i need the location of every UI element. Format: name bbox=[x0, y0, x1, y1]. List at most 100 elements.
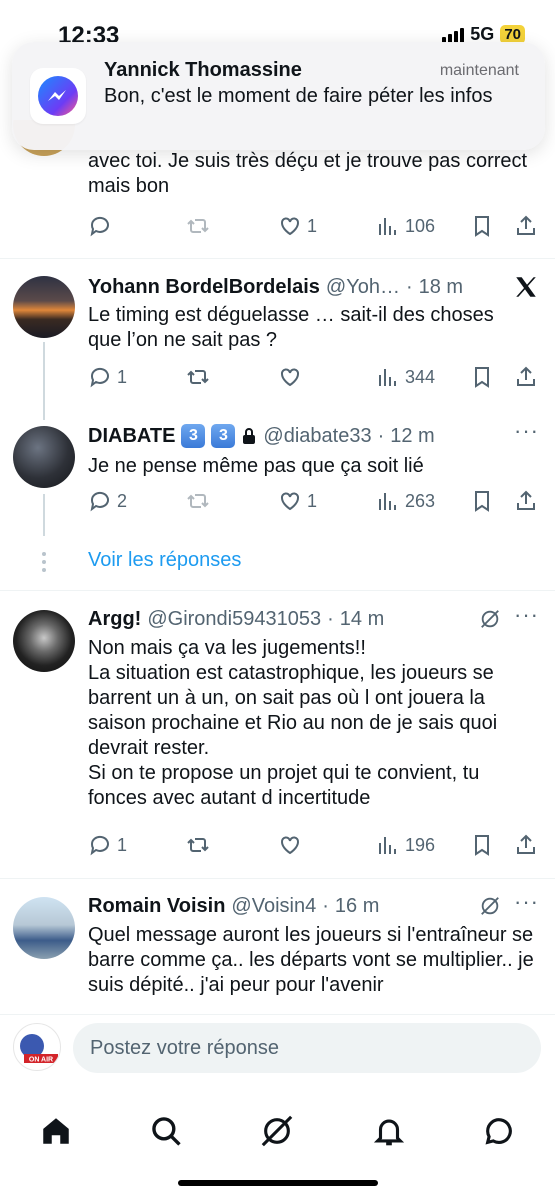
bookmark-button[interactable] bbox=[470, 365, 494, 389]
retweet-button[interactable] bbox=[186, 214, 215, 238]
bookmark-button[interactable] bbox=[470, 214, 494, 238]
views-button[interactable]: 196 bbox=[376, 833, 435, 857]
bookmark-button[interactable] bbox=[470, 489, 494, 513]
reply-button[interactable]: 1 bbox=[88, 365, 127, 389]
reply-input[interactable]: Postez votre réponse bbox=[73, 1023, 541, 1073]
thread-line bbox=[43, 494, 45, 536]
tab-notifications[interactable] bbox=[372, 1114, 406, 1148]
retweet-button[interactable] bbox=[186, 833, 215, 857]
reply-button[interactable]: 1 bbox=[88, 833, 127, 857]
reply-count: 1 bbox=[117, 366, 128, 387]
keycap-emoji: 3 bbox=[181, 424, 206, 448]
heart-icon bbox=[281, 217, 299, 236]
bookmark-icon bbox=[475, 216, 489, 237]
reply-placeholder: Postez votre réponse bbox=[90, 1036, 279, 1059]
like-button[interactable] bbox=[278, 833, 307, 857]
keycap-emoji: 3 bbox=[211, 424, 236, 448]
user-handle: @Voisin4 bbox=[231, 895, 317, 917]
user-name: Yohann BordelBordelais bbox=[88, 276, 320, 298]
tab-grok[interactable] bbox=[260, 1114, 294, 1148]
reply-count: 1 bbox=[117, 834, 128, 855]
grok-icon[interactable] bbox=[479, 895, 501, 917]
like-button[interactable]: 1 bbox=[278, 489, 317, 513]
tweet-time: 18 m bbox=[418, 276, 464, 298]
tweet-text: Quel message auront les joueurs si l'ent… bbox=[88, 924, 534, 996]
user-name: Romain Voisin bbox=[88, 895, 226, 917]
share-icon bbox=[517, 490, 535, 510]
tweet-header: Argg! @Girondi59431053 · 14 m bbox=[88, 608, 543, 631]
share-icon bbox=[517, 834, 535, 854]
tweet-actions: 1 344 bbox=[88, 365, 543, 395]
lock-icon bbox=[243, 428, 256, 444]
share-icon bbox=[517, 215, 535, 235]
retweet-icon bbox=[187, 494, 209, 508]
tweet[interactable]: Yohann BordelBordelais @Yoh… · 18 m Le t… bbox=[0, 276, 555, 406]
tweet-text: avec toi. Je suis très déçu et je trouve… bbox=[88, 150, 528, 197]
retweet-button[interactable] bbox=[186, 489, 215, 513]
share-button[interactable] bbox=[514, 214, 538, 238]
signal-icon bbox=[442, 27, 465, 43]
avatar bbox=[13, 276, 75, 338]
bookmark-icon bbox=[475, 491, 489, 512]
heart-icon bbox=[281, 368, 299, 387]
tab-messages[interactable] bbox=[482, 1114, 516, 1148]
views-button[interactable]: 263 bbox=[376, 489, 435, 513]
views-icon bbox=[379, 837, 396, 854]
show-replies-link[interactable]: Voir les réponses bbox=[88, 549, 241, 572]
bookmark-icon bbox=[475, 835, 489, 856]
view-count: 196 bbox=[405, 834, 436, 855]
tweet-text: Je ne pense même pas que ça soit lié bbox=[88, 455, 424, 477]
user-name: Argg! bbox=[88, 608, 142, 630]
bookmark-button[interactable] bbox=[470, 833, 494, 857]
more-options-icon[interactable]: ··· bbox=[514, 418, 539, 444]
views-button[interactable]: 106 bbox=[376, 214, 435, 238]
bookmark-icon bbox=[475, 367, 489, 388]
views-icon bbox=[379, 369, 396, 386]
thread-line bbox=[43, 342, 45, 420]
views-button[interactable]: 344 bbox=[376, 365, 435, 389]
tweet-time: 14 m bbox=[339, 608, 385, 630]
reply-button[interactable] bbox=[88, 214, 117, 238]
dot-separator: · bbox=[405, 276, 413, 298]
heart-icon bbox=[281, 836, 299, 855]
messenger-app-icon bbox=[30, 68, 86, 124]
chat-bubble-icon bbox=[485, 1118, 512, 1145]
tweet[interactable]: Argg! @Girondi59431053 · 14 m ··· Non ma… bbox=[0, 602, 555, 878]
like-button[interactable] bbox=[278, 365, 307, 389]
view-count: 344 bbox=[405, 366, 436, 387]
notification-message: Bon, c'est le moment de faire péter les … bbox=[104, 85, 493, 107]
share-button[interactable] bbox=[514, 365, 538, 389]
tab-home[interactable] bbox=[39, 1114, 73, 1148]
avatar bbox=[13, 426, 75, 488]
search-icon bbox=[152, 1117, 181, 1146]
grok-icon[interactable] bbox=[479, 608, 501, 630]
more-options-icon[interactable]: ··· bbox=[514, 895, 539, 915]
retweet-button[interactable] bbox=[186, 365, 215, 389]
share-button[interactable] bbox=[514, 833, 538, 857]
on-air-text: ON AIR bbox=[29, 1057, 53, 1064]
tweet-time: 16 m bbox=[334, 895, 380, 917]
reply-count: 2 bbox=[117, 490, 128, 511]
bell-icon bbox=[373, 1119, 405, 1146]
reply-button[interactable]: 2 bbox=[88, 489, 127, 513]
more-options-icon[interactable]: ··· bbox=[514, 602, 539, 628]
user-name: DIABATE bbox=[88, 424, 176, 447]
divider bbox=[0, 878, 555, 879]
share-button[interactable] bbox=[514, 489, 538, 513]
tweet-actions: 1 106 bbox=[88, 214, 543, 244]
heart-icon bbox=[281, 492, 299, 511]
reply-icon bbox=[90, 367, 109, 388]
messenger-notification[interactable]: Yannick Thomassine maintenant Bon, c'est… bbox=[12, 42, 545, 150]
user-handle: @Yoh… bbox=[325, 276, 400, 298]
like-button[interactable]: 1 bbox=[278, 214, 317, 238]
tab-search[interactable] bbox=[149, 1114, 183, 1148]
dot-separator: · bbox=[377, 424, 385, 447]
x-logo-icon bbox=[513, 274, 539, 305]
divider bbox=[0, 258, 555, 259]
tweet[interactable]: Romain Voisin @Voisin4 · 16 m ··· Quel m… bbox=[0, 895, 555, 1014]
tweet-header: Romain Voisin @Voisin4 · 16 m bbox=[88, 895, 543, 918]
reply-composer: ON AIR Postez votre réponse bbox=[0, 1014, 555, 1084]
home-indicator bbox=[178, 1180, 378, 1186]
reply-icon bbox=[90, 491, 109, 512]
tweet[interactable]: DIABATE 3 3 @diabate33 · 12 m ··· Je ne … bbox=[0, 418, 555, 534]
